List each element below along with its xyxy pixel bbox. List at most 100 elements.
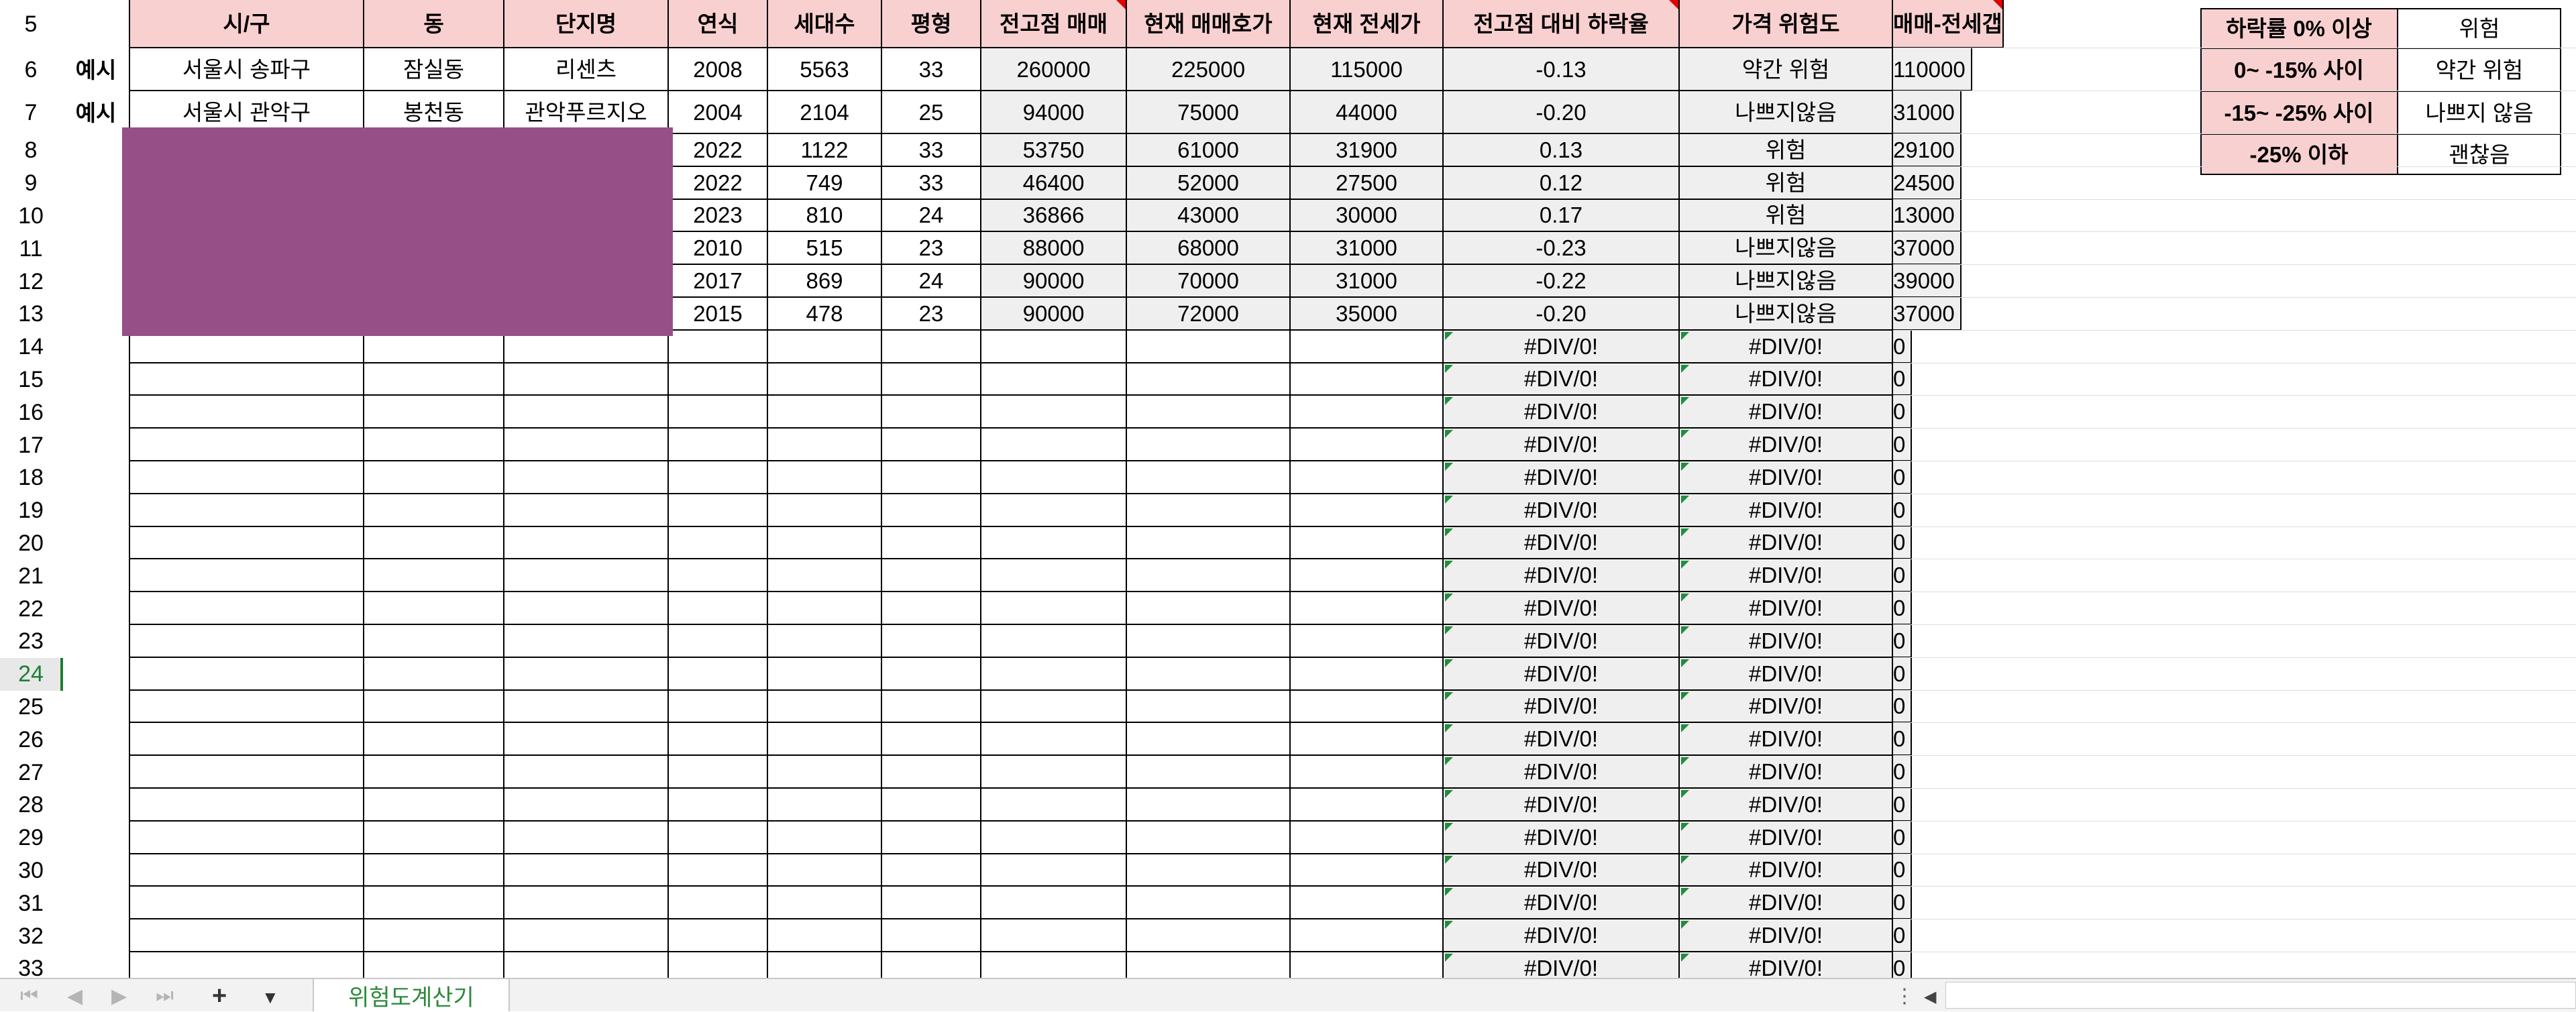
empty-cell[interactable] [130, 559, 364, 593]
table-cell[interactable]: 서울시 송파구 [130, 48, 364, 91]
empty-cell[interactable] [669, 363, 768, 396]
empty-cell[interactable] [669, 690, 768, 724]
row-header[interactable]: 12 [0, 265, 62, 298]
table-cell[interactable]: 810 [768, 199, 882, 233]
table-cell[interactable]: 약간 위험 [1680, 48, 1893, 91]
empty-cell[interactable] [1127, 952, 1291, 978]
error-cell[interactable]: #DIV/0! [1444, 821, 1680, 854]
empty-cell[interactable] [981, 363, 1127, 396]
table-cell[interactable]: 0 [1893, 429, 1913, 461]
empty-cell[interactable] [1127, 657, 1291, 691]
empty-cell[interactable] [1127, 821, 1291, 854]
error-cell[interactable]: #DIV/0! [1444, 690, 1680, 724]
empty-cell[interactable] [981, 887, 1127, 920]
empty-cell[interactable] [1127, 396, 1291, 429]
empty-cell[interactable] [130, 952, 364, 978]
error-cell[interactable]: #DIV/0! [1680, 396, 1893, 429]
empty-cell[interactable] [504, 461, 669, 494]
row-header[interactable]: 29 [0, 821, 62, 854]
legend-risk[interactable]: 괜찮음 [2398, 134, 2561, 175]
error-cell[interactable]: #DIV/0! [1680, 952, 1893, 978]
column-header[interactable]: 전고점 매매 [981, 0, 1127, 48]
empty-cell[interactable] [130, 919, 364, 952]
empty-cell[interactable] [1291, 559, 1444, 593]
empty-cell[interactable] [1291, 461, 1444, 494]
error-cell[interactable]: #DIV/0! [1444, 723, 1680, 756]
empty-cell[interactable] [669, 559, 768, 593]
row-header[interactable]: 22 [0, 592, 62, 625]
table-cell[interactable]: 나쁘지않음 [1680, 232, 1893, 266]
empty-cell[interactable] [364, 723, 504, 756]
table-cell[interactable]: 위험 [1680, 166, 1893, 200]
table-cell[interactable]: -0.20 [1444, 91, 1680, 134]
table-cell[interactable]: 53750 [981, 134, 1127, 167]
error-cell[interactable]: #DIV/0! [1444, 789, 1680, 822]
empty-cell[interactable] [981, 854, 1127, 887]
empty-cell[interactable] [130, 723, 364, 756]
empty-cell[interactable] [1127, 625, 1291, 658]
table-cell[interactable]: 2022 [669, 134, 768, 167]
empty-cell[interactable] [882, 690, 981, 724]
empty-cell[interactable] [364, 789, 504, 822]
table-cell[interactable]: 75000 [1127, 91, 1291, 134]
empty-cell[interactable] [1291, 952, 1444, 978]
error-cell[interactable]: #DIV/0! [1444, 756, 1680, 789]
empty-cell[interactable] [669, 756, 768, 789]
empty-cell[interactable] [981, 592, 1127, 625]
table-cell[interactable]: 2022 [669, 166, 768, 200]
row-header[interactable]: 5 [0, 0, 62, 48]
empty-cell[interactable] [981, 330, 1127, 363]
table-cell[interactable]: 0 [1893, 592, 1913, 625]
empty-cell[interactable] [504, 396, 669, 429]
error-cell[interactable]: #DIV/0! [1680, 526, 1893, 560]
empty-cell[interactable] [882, 461, 981, 494]
table-cell[interactable]: 0.12 [1444, 166, 1680, 200]
empty-cell[interactable] [669, 330, 768, 363]
empty-cell[interactable] [981, 756, 1127, 789]
row-header[interactable]: 32 [0, 919, 62, 952]
empty-cell[interactable] [981, 494, 1127, 527]
empty-cell[interactable] [364, 429, 504, 461]
empty-cell[interactable] [364, 854, 504, 887]
empty-cell[interactable] [882, 592, 981, 625]
empty-cell[interactable] [364, 494, 504, 527]
empty-cell[interactable] [1127, 494, 1291, 527]
empty-cell[interactable] [1127, 887, 1291, 920]
empty-cell[interactable] [981, 559, 1127, 593]
empty-cell[interactable] [669, 461, 768, 494]
sheet-list-button[interactable]: ▼ [262, 987, 279, 1008]
empty-cell[interactable] [981, 429, 1127, 461]
empty-cell[interactable] [669, 854, 768, 887]
table-cell[interactable]: 110000 [1893, 48, 1972, 91]
empty-cell[interactable] [768, 494, 882, 527]
column-header[interactable]: 동 [364, 0, 504, 48]
empty-cell[interactable] [504, 821, 669, 854]
table-cell[interactable]: 52000 [1127, 166, 1291, 200]
empty-cell[interactable] [768, 526, 882, 560]
table-cell[interactable]: 0 [1893, 756, 1913, 789]
empty-cell[interactable] [1127, 592, 1291, 625]
table-cell[interactable]: 0 [1893, 494, 1913, 527]
table-cell[interactable]: 24 [882, 199, 981, 233]
table-cell[interactable]: 리센츠 [504, 48, 669, 91]
empty-cell[interactable] [130, 657, 364, 691]
empty-cell[interactable] [768, 887, 882, 920]
empty-cell[interactable] [882, 887, 981, 920]
table-cell[interactable]: 0 [1893, 952, 1913, 978]
row-header[interactable]: 6 [0, 48, 62, 91]
error-cell[interactable]: #DIV/0! [1680, 592, 1893, 625]
table-cell[interactable]: 90000 [981, 265, 1127, 298]
sheet-tab-active[interactable]: 위험도계산기 [313, 979, 510, 1011]
empty-cell[interactable] [504, 429, 669, 461]
table-cell[interactable]: 5563 [768, 48, 882, 91]
row-header[interactable]: 11 [0, 232, 62, 266]
empty-cell[interactable] [1291, 330, 1444, 363]
empty-cell[interactable] [130, 494, 364, 527]
legend-range[interactable]: -15~ -25% 사이 [2200, 91, 2398, 134]
table-cell[interactable]: -0.20 [1444, 298, 1680, 331]
error-cell[interactable]: #DIV/0! [1680, 494, 1893, 527]
row-header[interactable]: 7 [0, 91, 62, 134]
table-cell[interactable]: 0 [1893, 559, 1913, 593]
error-cell[interactable]: #DIV/0! [1680, 330, 1893, 363]
empty-cell[interactable] [1127, 756, 1291, 789]
